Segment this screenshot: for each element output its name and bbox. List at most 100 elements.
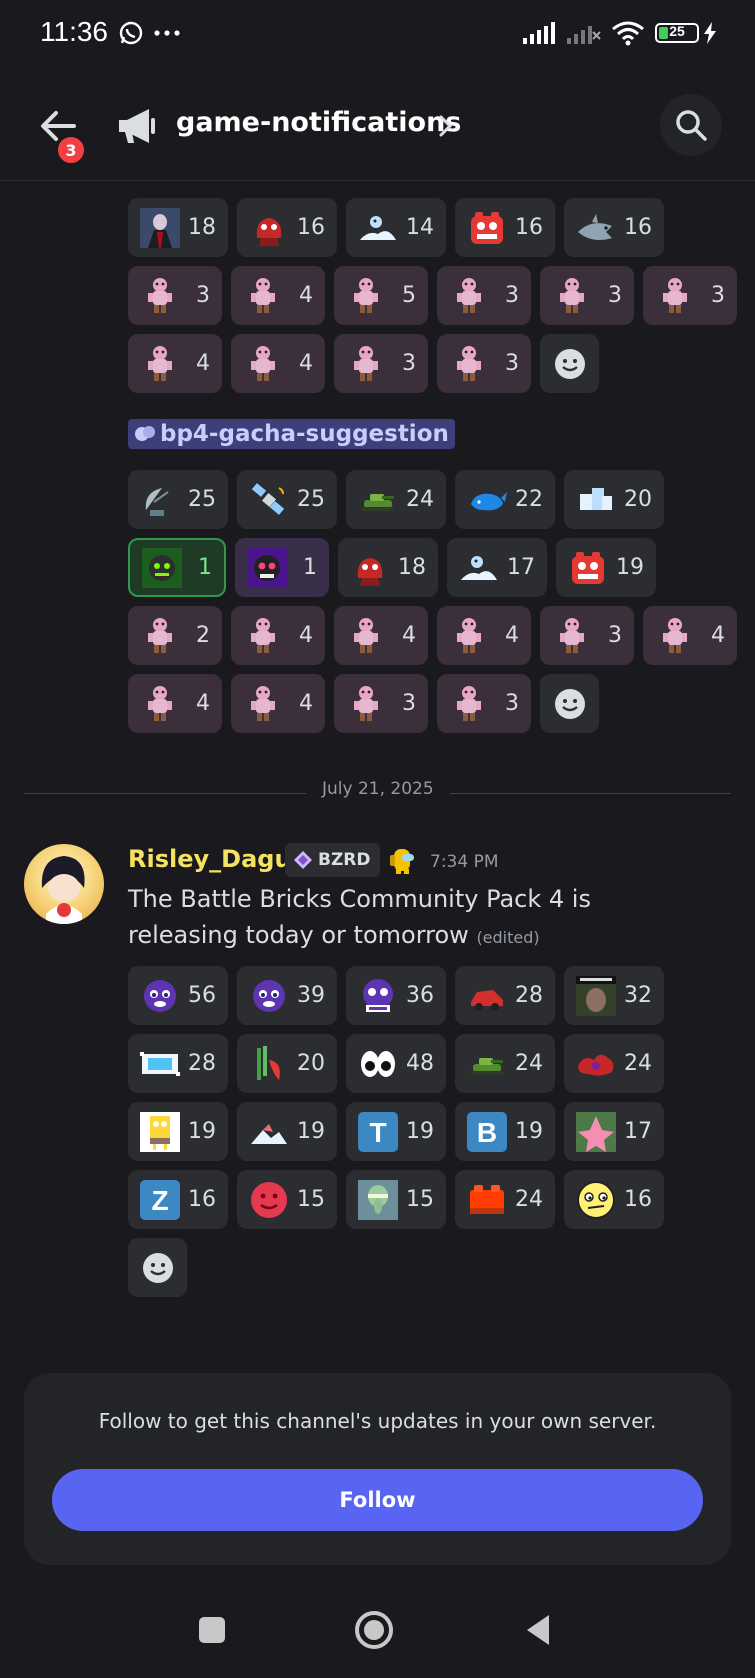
reaction-pill[interactable]: 20 xyxy=(564,470,664,529)
reaction-pill[interactable]: 32 xyxy=(564,966,664,1025)
reaction-pill[interactable]: 4 xyxy=(437,606,531,665)
system-nav-bar xyxy=(0,1590,755,1678)
message-feed[interactable]: 18 16 14 16 16 3 4 5 3 3 3 4 4 3 3 bp4-gacha-suggestio… xyxy=(0,181,755,1371)
reaction-pill[interactable]: 16 xyxy=(564,1170,664,1229)
reaction-pill[interactable]: 3 xyxy=(437,674,531,733)
reaction-count: 19 xyxy=(616,555,644,580)
reaction-count: 4 xyxy=(196,691,210,716)
reaction-pill[interactable]: 24 xyxy=(564,1034,664,1093)
reaction-pill[interactable]: 3 xyxy=(437,334,531,393)
reaction-pill[interactable]: 4 xyxy=(231,334,325,393)
cyan-frame-icon xyxy=(140,1044,180,1084)
announcement-megaphone-icon xyxy=(119,109,155,143)
reaction-pill[interactable]: 4 xyxy=(643,606,737,665)
blue-blob-icon xyxy=(140,976,180,1016)
reaction-pill[interactable]: 17 xyxy=(564,1102,664,1161)
red-smiley-icon xyxy=(249,1180,289,1220)
reaction-row: 19 19 T 19 B 19 17 xyxy=(128,1102,728,1161)
reaction-pill[interactable]: 3 xyxy=(643,266,737,325)
reaction-pill[interactable]: 3 xyxy=(540,266,634,325)
reaction-pill[interactable]: 16 xyxy=(237,198,337,257)
reaction-pill[interactable]: B 19 xyxy=(455,1102,555,1161)
reaction-pill[interactable]: 4 xyxy=(231,606,325,665)
reaction-pill[interactable]: 4 xyxy=(231,266,325,325)
reaction-pill[interactable]: 1 xyxy=(235,538,329,597)
recents-button[interactable] xyxy=(190,1608,234,1652)
red-creature-icon xyxy=(350,548,390,588)
username[interactable]: Risley_Dagul xyxy=(128,845,300,873)
channel-mention[interactable]: bp4-gacha-suggestion xyxy=(128,419,455,449)
reaction-count: 4 xyxy=(505,623,519,648)
reaction-pill[interactable]: 48 xyxy=(346,1034,446,1093)
reaction-count: 16 xyxy=(297,215,325,240)
satellite-dish-icon xyxy=(140,480,180,520)
reaction-pill[interactable]: 4 xyxy=(334,606,428,665)
reaction-count: 24 xyxy=(406,487,434,512)
dark-figure-icon xyxy=(140,207,180,248)
reaction-pill[interactable]: 16 xyxy=(455,198,555,257)
red-brick-face-icon xyxy=(568,548,608,588)
reaction-pill[interactable]: 1 xyxy=(128,538,226,597)
ice-block-icon xyxy=(576,480,616,520)
home-button[interactable] xyxy=(352,1608,396,1652)
reaction-pill[interactable]: 3 xyxy=(540,606,634,665)
reaction-pill[interactable]: 3 xyxy=(334,674,428,733)
reaction-pill[interactable]: T 19 xyxy=(346,1102,446,1161)
reaction-count: 4 xyxy=(196,351,210,376)
reaction-pill[interactable]: 25 xyxy=(237,470,337,529)
reaction-pill[interactable]: 16 xyxy=(564,198,664,257)
pink-doll-icon xyxy=(140,616,180,656)
server-tag[interactable]: BZRD xyxy=(285,843,380,877)
reaction-pill[interactable]: 2 xyxy=(128,606,222,665)
reaction-pill[interactable]: 28 xyxy=(455,966,555,1025)
reaction-pill[interactable]: 25 xyxy=(128,470,228,529)
reaction-pill[interactable]: Z 16 xyxy=(128,1170,228,1229)
message-content[interactable]: The Battle Bricks Community Pack 4 is re… xyxy=(128,881,708,956)
reaction-pill[interactable]: 3 xyxy=(334,334,428,393)
red-brick-face-icon xyxy=(467,208,507,248)
reaction-pill[interactable]: 15 xyxy=(346,1170,446,1229)
reaction-pill[interactable]: 3 xyxy=(128,266,222,325)
avatar[interactable] xyxy=(24,844,104,924)
reaction-pill[interactable]: 56 xyxy=(128,966,228,1025)
reaction-pill[interactable]: 24 xyxy=(455,1170,555,1229)
reaction-pill[interactable]: 4 xyxy=(128,334,222,393)
pink-robot-icon xyxy=(247,547,287,588)
reaction-pill[interactable]: 5 xyxy=(334,266,428,325)
back-nav-button[interactable] xyxy=(516,1608,560,1652)
reaction-pill[interactable]: 18 xyxy=(338,538,438,597)
reaction-pill[interactable]: 4 xyxy=(231,674,325,733)
channel-title[interactable]: game-notifications xyxy=(176,107,461,138)
reaction-pill[interactable]: 17 xyxy=(447,538,547,597)
reaction-count: 28 xyxy=(188,1051,216,1076)
reaction-pill[interactable]: 36 xyxy=(346,966,446,1025)
add-reaction-button[interactable] xyxy=(540,334,599,393)
reaction-pill[interactable]: 3 xyxy=(437,266,531,325)
reaction-pill[interactable]: 22 xyxy=(455,470,555,529)
reaction-pill[interactable]: 19 xyxy=(128,1102,228,1161)
reaction-count: 19 xyxy=(406,1119,434,1144)
reaction-pill[interactable]: 24 xyxy=(346,470,446,529)
pink-doll-icon xyxy=(346,616,386,656)
diamond-tag-icon xyxy=(294,851,312,869)
follow-button[interactable]: Follow xyxy=(52,1469,703,1531)
reaction-pill[interactable]: 14 xyxy=(346,198,446,257)
add-reaction-button[interactable] xyxy=(540,674,599,733)
pink-doll-icon xyxy=(140,276,180,316)
reaction-pill[interactable]: 28 xyxy=(128,1034,228,1093)
reaction-pill[interactable]: 15 xyxy=(237,1170,337,1229)
reaction-pill[interactable]: 39 xyxy=(237,966,337,1025)
search-button[interactable] xyxy=(660,94,722,156)
chevron-right-icon[interactable] xyxy=(436,112,456,140)
reaction-count: 17 xyxy=(624,1119,652,1144)
reaction-pill[interactable]: 20 xyxy=(237,1034,337,1093)
pink-doll-icon xyxy=(243,616,283,656)
reaction-pill[interactable]: 19 xyxy=(237,1102,337,1161)
reaction-pill[interactable]: 24 xyxy=(455,1034,555,1093)
patrick-icon xyxy=(576,1111,616,1152)
reaction-count: 20 xyxy=(624,487,652,512)
add-reaction-button[interactable] xyxy=(128,1238,187,1297)
reaction-pill[interactable]: 4 xyxy=(128,674,222,733)
reaction-pill[interactable]: 19 xyxy=(556,538,656,597)
reaction-pill[interactable]: 18 xyxy=(128,198,228,257)
